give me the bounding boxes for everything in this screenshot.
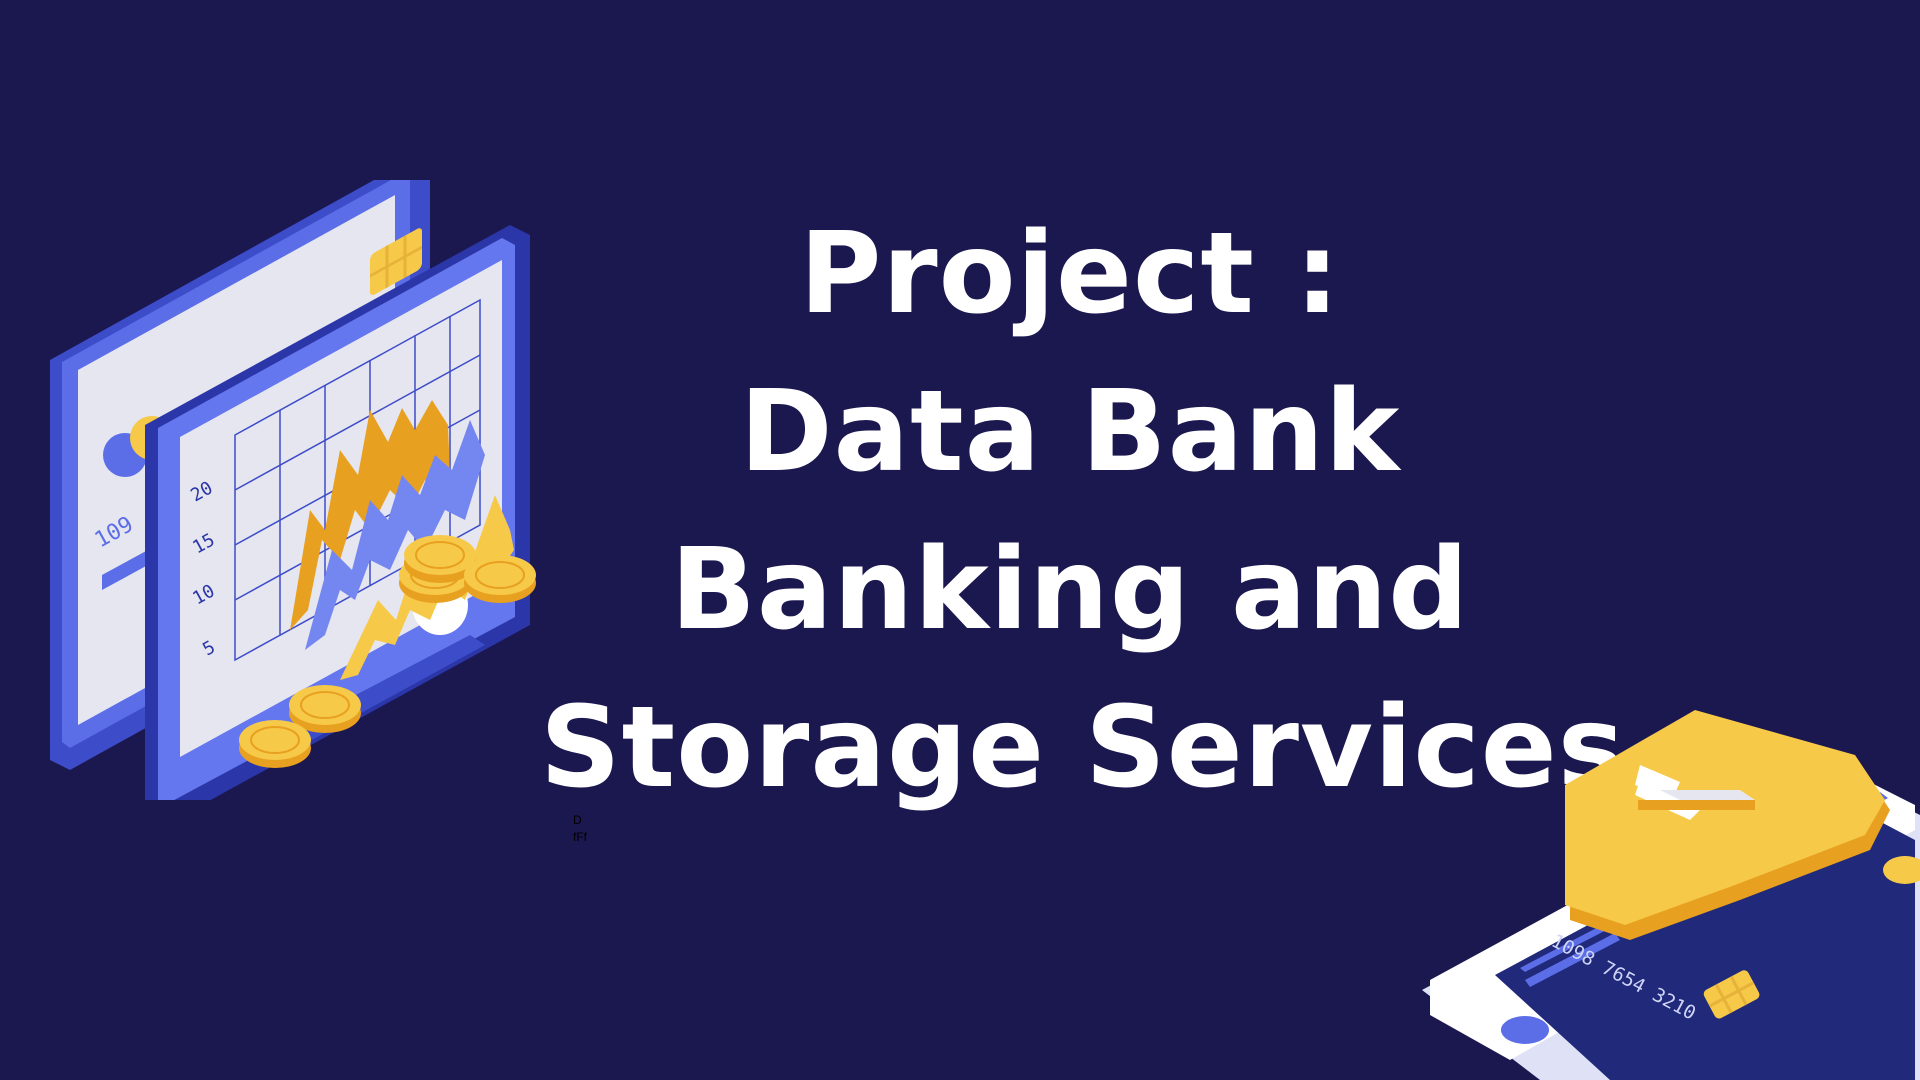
title-line-2: Data Bank [739, 367, 1401, 497]
title-line-3: Banking and [670, 525, 1470, 655]
monitor-chart-illustration: 109 20 15 10 5 [50, 180, 536, 800]
slide: 109 20 15 10 5 Project: Data Bank Banki… [0, 0, 1920, 1080]
small-note: D fFf [573, 812, 587, 846]
title-line-1: Project : [799, 209, 1341, 339]
small-note-line-2: fFf [573, 830, 587, 844]
phone-card-illustration: 1098 7654 3210 [1422, 710, 1920, 1080]
small-note-line-1: D [573, 813, 582, 827]
